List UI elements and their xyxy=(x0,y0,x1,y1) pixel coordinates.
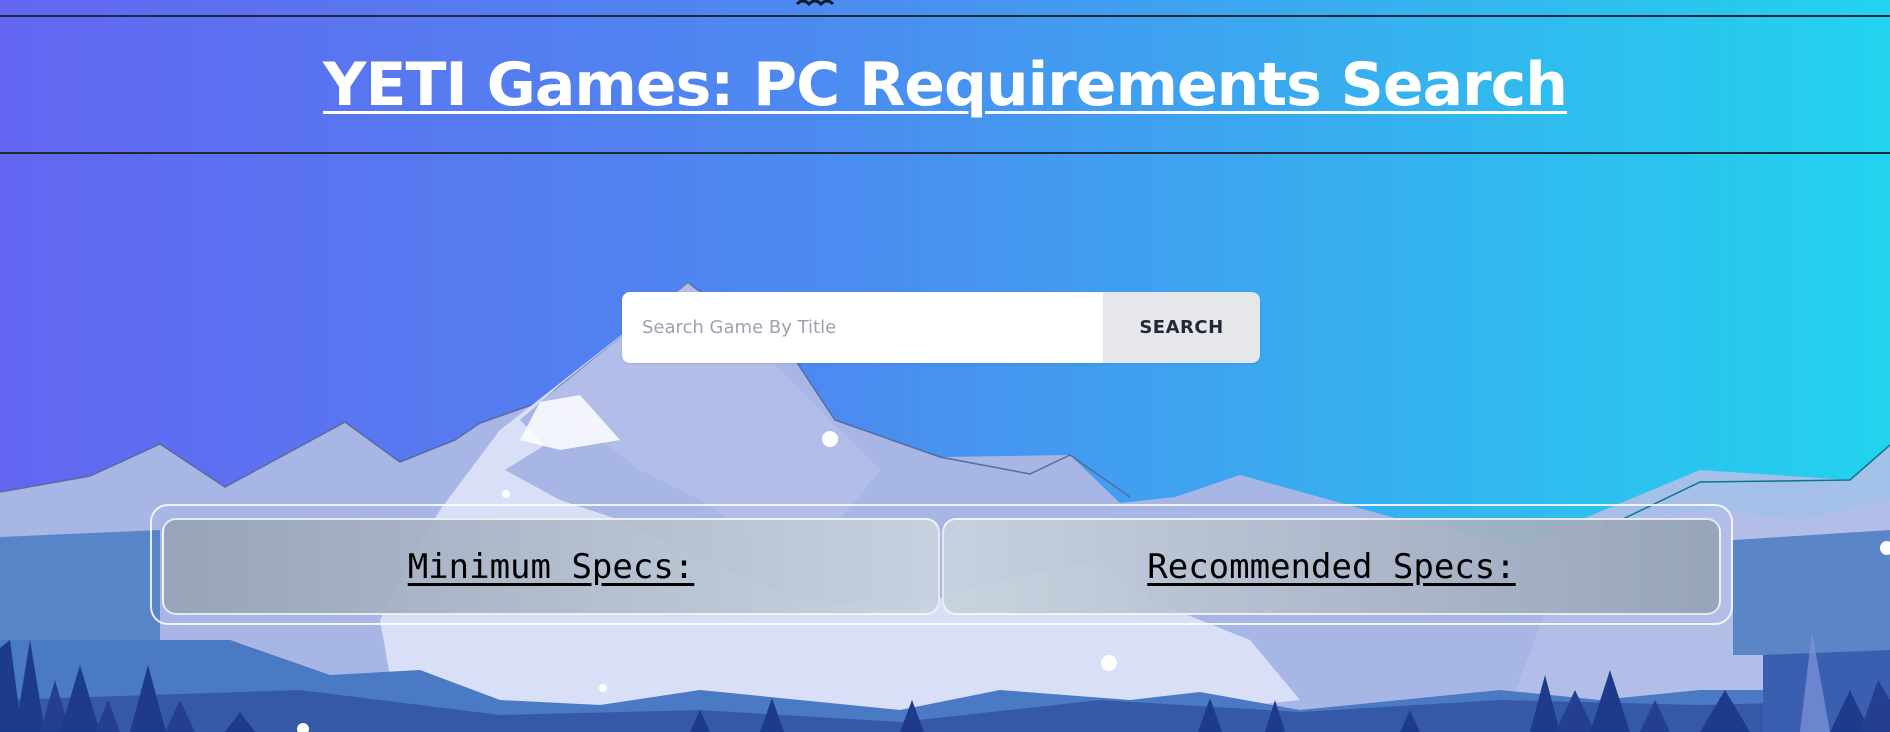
search-input[interactable] xyxy=(622,292,1103,363)
top-logo-fragment-icon xyxy=(795,0,835,6)
page-title: YETI Games: PC Requirements Search xyxy=(323,49,1568,120)
site-header: YETI Games: PC Requirements Search xyxy=(0,15,1890,154)
lake xyxy=(0,530,160,650)
recommended-specs-heading: Recommended Specs: xyxy=(1147,546,1516,587)
search-bar: SEARCH xyxy=(622,292,1260,363)
search-button[interactable]: SEARCH xyxy=(1103,292,1260,363)
minimum-specs-card: Minimum Specs: xyxy=(162,518,940,615)
specs-panel: Minimum Specs: Recommended Specs: xyxy=(150,504,1733,625)
recommended-specs-card: Recommended Specs: xyxy=(942,518,1721,615)
minimum-specs-heading: Minimum Specs: xyxy=(407,546,695,587)
